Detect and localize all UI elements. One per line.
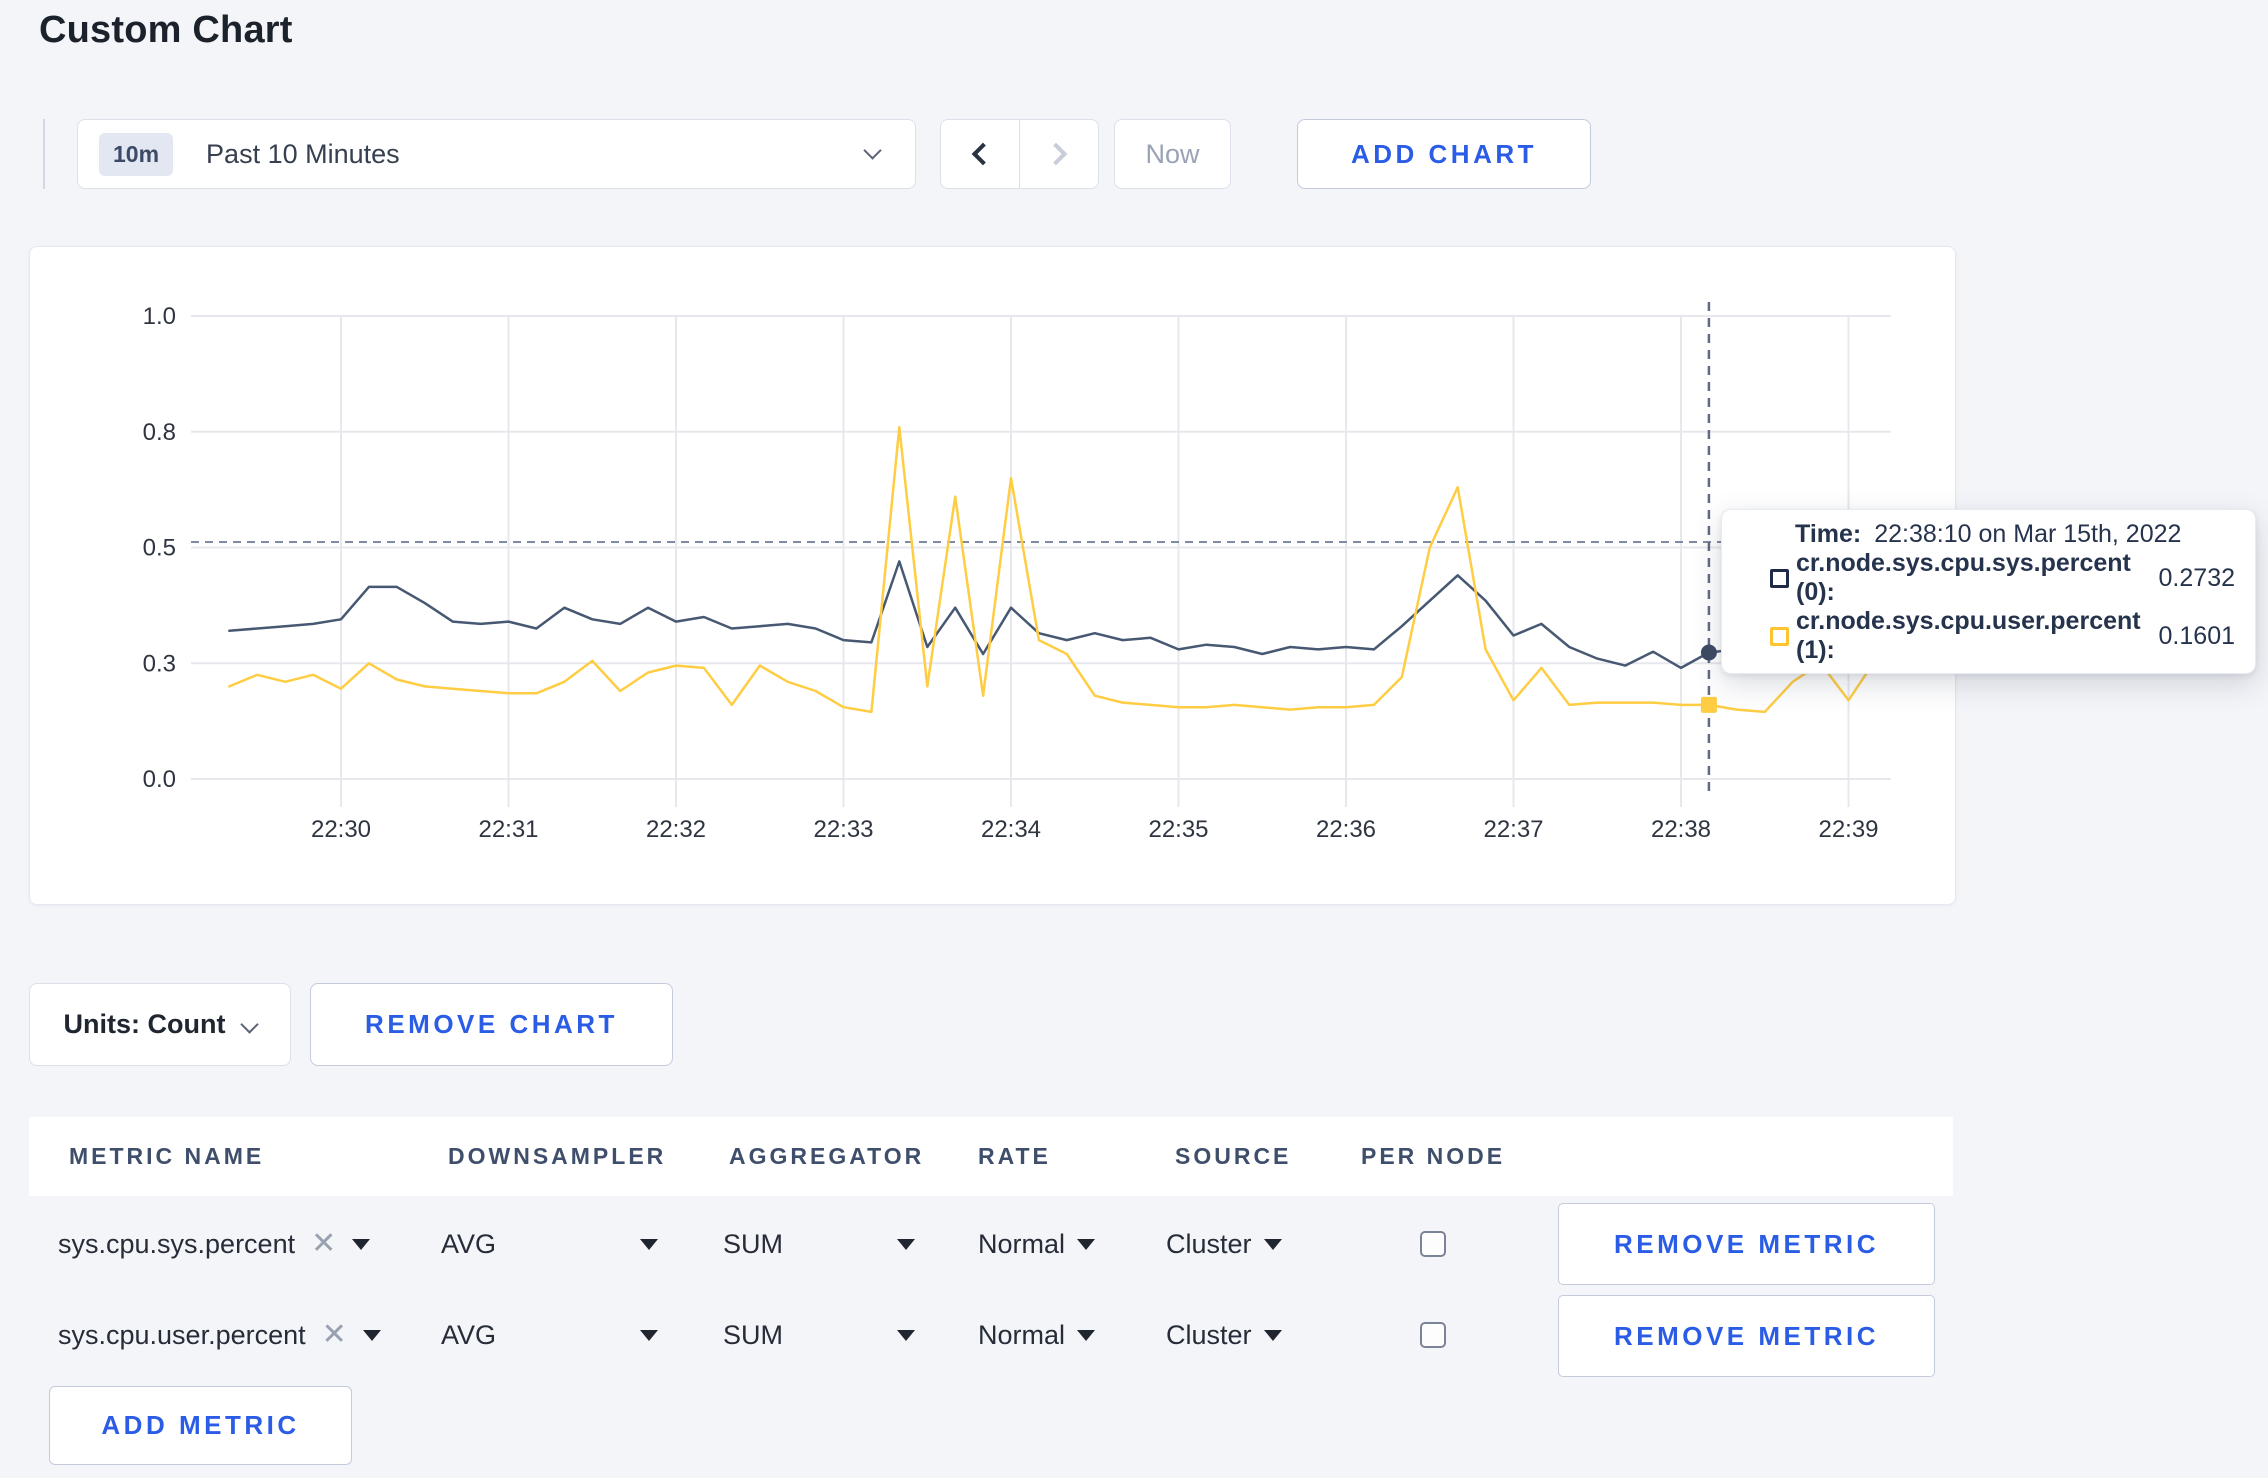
aggregator-value: SUM	[723, 1319, 783, 1350]
y-tick-label: 0.5	[143, 535, 176, 562]
x-tick-label: 22:31	[478, 816, 538, 843]
tooltip-series-value: 0.2732	[2158, 563, 2235, 592]
time-range-select[interactable]: 10m Past 10 Minutes	[77, 119, 916, 189]
chevron-down-icon	[240, 1015, 260, 1034]
page-title: Custom Chart	[39, 9, 293, 51]
y-tick-label: 0.8	[143, 419, 176, 446]
chart-panel: 0.0 0.3 0.5 0.8 1.0 22:30 22:31 22:32 22:33 22:34…	[29, 246, 1956, 905]
tooltip-series-label: cr.node.sys.cpu.sys.percent (0):	[1796, 549, 2131, 606]
metric-name-select[interactable]: sys.cpu.sys.percent ✕	[58, 1202, 371, 1286]
dropdown-arrow-icon	[352, 1238, 371, 1250]
x-tick-label: 22:38	[1651, 816, 1711, 843]
tooltip-series-value: 0.1601	[2158, 621, 2235, 650]
y-tick-label: 0.3	[143, 650, 176, 677]
x-tick-label: 22:37	[1483, 816, 1543, 843]
toolbar-divider	[43, 119, 45, 189]
next-range-button[interactable]	[1020, 120, 1098, 188]
add-metric-button[interactable]: ADD METRIC	[49, 1386, 352, 1465]
per-node-checkbox[interactable]	[1420, 1322, 1446, 1348]
previous-range-button[interactable]	[941, 120, 1020, 188]
remove-chart-button[interactable]: REMOVE CHART	[310, 983, 673, 1066]
tooltip-series-row: cr.node.sys.cpu.user.percent (1): 0.1601	[1742, 607, 2235, 665]
source-select[interactable]: Cluster	[1166, 1293, 1282, 1377]
clear-metric-icon[interactable]: ✕	[322, 1320, 347, 1350]
chart-hover-tooltip: Time: 22:38:10 on Mar 15th, 2022 cr.node…	[1721, 509, 2256, 674]
x-tick-label: 22:36	[1316, 816, 1376, 843]
now-button[interactable]: Now	[1114, 119, 1231, 189]
timeseries-chart[interactable]: 0.0 0.3 0.5 0.8 1.0 22:30 22:31 22:32 22:33 22:34…	[30, 247, 1955, 904]
dropdown-arrow-icon	[1077, 1329, 1096, 1341]
dropdown-arrow-icon	[1263, 1238, 1282, 1250]
downsampler-select[interactable]: AVG	[441, 1293, 669, 1377]
aggregator-select[interactable]: SUM	[723, 1202, 923, 1286]
dropdown-arrow-icon	[897, 1329, 915, 1341]
time-range-stepper	[940, 119, 1099, 189]
downsampler-value: AVG	[441, 1228, 497, 1259]
x-tick-label: 22:34	[981, 816, 1041, 843]
y-tick-label: 1.0	[143, 303, 176, 330]
units-label: Units: Count	[63, 1009, 226, 1039]
aggregator-select[interactable]: SUM	[723, 1293, 923, 1377]
series-line-cr.node.sys.cpu.sys.percent	[228, 560, 1878, 670]
remove-metric-button[interactable]: REMOVE METRIC	[1558, 1203, 1935, 1285]
time-window-label: Past 10 Minutes	[206, 138, 400, 169]
header-downsampler: DOWNSAMPLER	[448, 1143, 667, 1169]
downsampler-select[interactable]: AVG	[441, 1202, 669, 1286]
header-rate: RATE	[978, 1143, 1051, 1169]
source-value: Cluster	[1166, 1228, 1252, 1259]
rate-value: Normal	[978, 1228, 1066, 1259]
chevron-left-icon	[971, 142, 995, 166]
tooltip-series-label: cr.node.sys.cpu.user.percent (1):	[1796, 607, 2141, 664]
metrics-table-header: METRIC NAME DOWNSAMPLER AGGREGATOR RATE …	[29, 1117, 1953, 1196]
clear-metric-icon[interactable]: ✕	[311, 1229, 336, 1259]
series-color-swatch	[1770, 568, 1789, 588]
add-chart-button[interactable]: ADD CHART	[1297, 119, 1591, 189]
header-source: SOURCE	[1175, 1143, 1292, 1169]
x-tick-label: 22:35	[1148, 816, 1208, 843]
dropdown-arrow-icon	[362, 1329, 381, 1341]
x-tick-label: 22:39	[1818, 816, 1878, 843]
downsampler-value: AVG	[441, 1319, 497, 1350]
remove-metric-button[interactable]: REMOVE METRIC	[1558, 1295, 1935, 1377]
dropdown-arrow-icon	[640, 1238, 658, 1250]
source-value: Cluster	[1166, 1319, 1252, 1350]
units-select[interactable]: Units: Count	[29, 983, 291, 1066]
y-tick-label: 0.0	[143, 766, 176, 793]
table-row: sys.cpu.sys.percent ✕ AVG SUM Normal Clu…	[29, 1202, 1953, 1286]
rate-value: Normal	[978, 1319, 1066, 1350]
series-line-cr.node.sys.cpu.user.percent	[228, 425, 1878, 714]
dropdown-arrow-icon	[1263, 1329, 1282, 1341]
table-row: sys.cpu.user.percent ✕ AVG SUM Normal Cl…	[29, 1293, 1953, 1377]
x-tick-label: 22:33	[813, 816, 873, 843]
dropdown-arrow-icon	[897, 1238, 915, 1250]
chevron-right-icon	[1044, 142, 1068, 166]
x-tick-label: 22:30	[311, 816, 371, 843]
header-aggregator: AGGREGATOR	[729, 1143, 925, 1169]
tooltip-time-row: Time: 22:38:10 on Mar 15th, 2022	[1742, 520, 2235, 549]
hover-point-marker	[1700, 644, 1717, 661]
metric-name-value: sys.cpu.sys.percent	[58, 1228, 296, 1259]
metric-name-value: sys.cpu.user.percent	[58, 1319, 306, 1350]
dropdown-arrow-icon	[640, 1329, 658, 1341]
tooltip-time-value: 22:38:10 on Mar 15th, 2022	[1874, 520, 2182, 548]
x-tick-label: 22:32	[646, 816, 706, 843]
tooltip-series-row: cr.node.sys.cpu.sys.percent (0): 0.2732	[1742, 549, 2235, 607]
aggregator-value: SUM	[723, 1228, 783, 1259]
chevron-down-icon	[863, 141, 882, 160]
time-window-badge: 10m	[99, 132, 174, 176]
metric-name-select[interactable]: sys.cpu.user.percent ✕	[58, 1293, 381, 1377]
tooltip-time-label: Time:	[1795, 520, 1862, 548]
rate-select[interactable]: Normal	[978, 1293, 1096, 1377]
header-per-node: PER NODE	[1361, 1143, 1506, 1169]
per-node-checkbox[interactable]	[1420, 1231, 1446, 1257]
rate-select[interactable]: Normal	[978, 1202, 1096, 1286]
dropdown-arrow-icon	[1077, 1238, 1096, 1250]
source-select[interactable]: Cluster	[1166, 1202, 1282, 1286]
header-metric-name: METRIC NAME	[69, 1143, 265, 1169]
series-color-swatch	[1770, 626, 1789, 646]
hover-point-marker	[1700, 696, 1717, 713]
